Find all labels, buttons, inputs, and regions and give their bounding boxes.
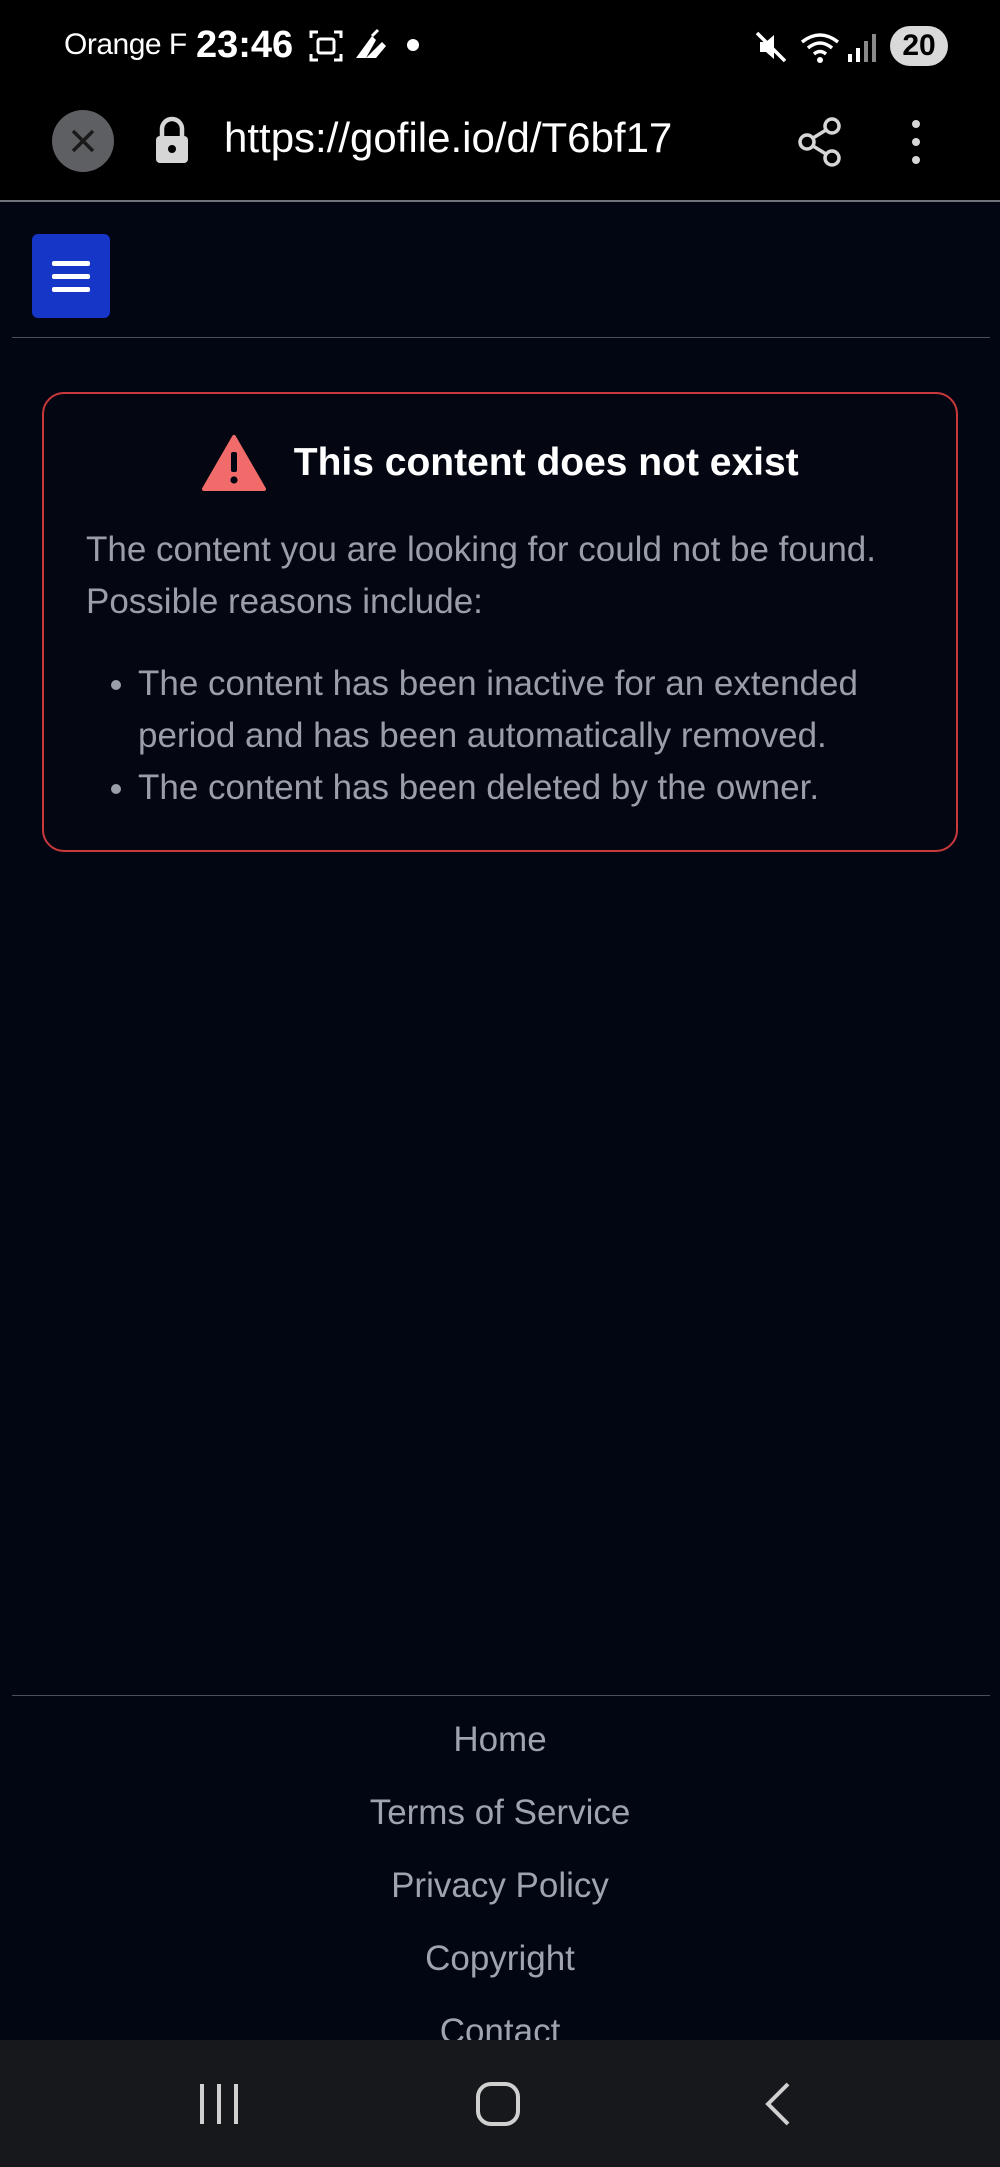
app-icon xyxy=(356,28,386,58)
footer-link-terms[interactable]: Terms of Service xyxy=(0,1793,1000,1833)
footer-divider xyxy=(12,1695,990,1696)
browser-toolbar: https://gofile.io/d/T6bf17 xyxy=(0,92,1000,202)
share-icon[interactable] xyxy=(796,116,846,168)
alert-title: This content does not exist xyxy=(293,441,799,484)
screenshot-icon xyxy=(309,30,343,62)
menu-line xyxy=(52,287,90,292)
menu-line xyxy=(52,261,90,266)
reasons-list: The content has been inactive for an ext… xyxy=(86,658,926,814)
wifi-icon xyxy=(800,33,840,63)
lock-icon[interactable] xyxy=(152,116,192,166)
signal-icon xyxy=(848,34,876,62)
home-icon[interactable] xyxy=(474,2080,522,2128)
alert-description: The content you are looking for could no… xyxy=(86,530,876,621)
menu-line xyxy=(52,274,90,279)
footer-link-privacy[interactable]: Privacy Policy xyxy=(0,1866,1000,1906)
hamburger-menu-button[interactable] xyxy=(32,234,110,318)
clock: 23:46 xyxy=(196,24,294,66)
alert-header: This content does not exist xyxy=(44,434,956,492)
system-nav-bar xyxy=(0,2040,1000,2167)
close-icon xyxy=(71,129,95,153)
battery-indicator: 20 xyxy=(890,26,948,66)
recent-apps-icon[interactable] xyxy=(196,2082,242,2126)
more-vert-icon[interactable] xyxy=(898,116,934,168)
mute-icon xyxy=(755,31,787,63)
list-item: The content has been deleted by the owne… xyxy=(138,762,926,814)
error-alert: This content does not exist The content … xyxy=(42,392,958,852)
status-bar: Orange F 23:46 20 xyxy=(0,0,1000,92)
footer-link-copyright[interactable]: Copyright xyxy=(0,1939,1000,1979)
page-content: This content does not exist The content … xyxy=(0,202,1000,2051)
carrier-label: Orange F xyxy=(64,28,187,61)
close-tab-button[interactable] xyxy=(52,110,114,172)
back-icon[interactable] xyxy=(760,2080,796,2128)
list-item: The content has been inactive for an ext… xyxy=(138,658,926,762)
dot-icon xyxy=(407,39,419,51)
header-divider xyxy=(12,337,990,338)
footer-link-home[interactable]: Home xyxy=(0,1720,1000,1760)
warning-icon xyxy=(202,435,267,491)
url-field[interactable]: https://gofile.io/d/T6bf17 xyxy=(224,114,672,162)
